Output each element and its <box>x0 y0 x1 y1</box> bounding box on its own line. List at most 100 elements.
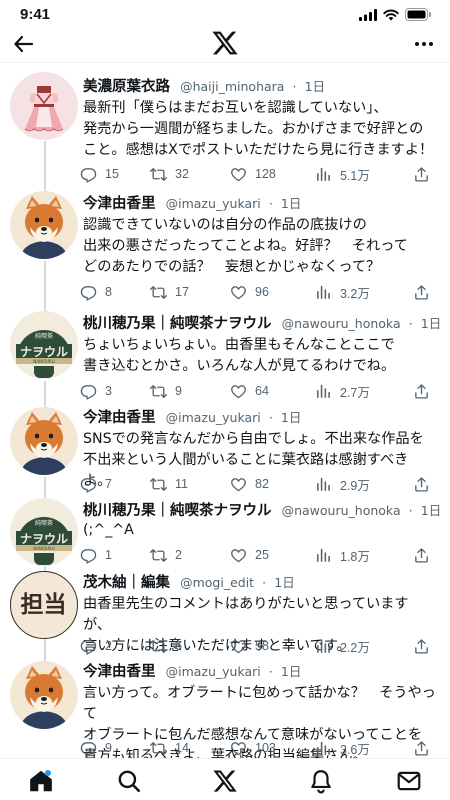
search-icon[interactable] <box>116 768 142 794</box>
reply-button[interactable]: 3 <box>80 383 150 400</box>
reply-button[interactable]: 1 <box>80 547 150 564</box>
retweet-button[interactable]: 32 <box>150 166 230 183</box>
thread-line <box>44 381 46 404</box>
tweet-header: 桃川穂乃果｜純喫茶ナヲウル @nawouru_honoka · 1日 <box>83 499 440 519</box>
timestamp[interactable]: 1日 <box>421 316 440 331</box>
author-name[interactable]: 茂木紬｜編集 <box>83 575 170 591</box>
thread-line <box>44 639 46 658</box>
share-button[interactable] <box>413 476 438 493</box>
views-button[interactable]: 2.9万 <box>315 475 407 494</box>
views-icon <box>315 740 332 757</box>
share-button[interactable] <box>413 638 438 655</box>
notification-dot <box>45 770 51 776</box>
retweet-button[interactable]: 6 <box>150 638 230 655</box>
avatar[interactable]: 担当 <box>10 571 78 639</box>
more-options-icon[interactable] <box>412 32 436 56</box>
avatar-text: 担当 <box>20 591 67 618</box>
author-handle[interactable]: @nawouru_honoka <box>282 503 401 518</box>
like-count: 58 <box>255 639 269 653</box>
author-name[interactable]: 今津由香里 <box>83 410 156 426</box>
like-count: 25 <box>255 548 269 562</box>
avatar[interactable]: 純喫茶 ナヲウル NAWOURU <box>10 311 78 379</box>
like-button[interactable]: 25 <box>230 547 315 564</box>
views-button[interactable]: 3.2万 <box>315 283 407 302</box>
reply-button[interactable]: 15 <box>80 166 150 183</box>
like-button[interactable]: 128 <box>230 166 315 183</box>
reply-button[interactable]: 2 <box>80 638 150 655</box>
back-arrow-icon[interactable] <box>12 32 36 56</box>
timestamp[interactable]: 1日 <box>281 664 301 679</box>
tweet-header: 桃川穂乃果｜純喫茶ナヲウル @nawouru_honoka · 1日 <box>83 312 440 332</box>
reply-button[interactable]: 8 <box>80 284 150 301</box>
retweet-button[interactable]: 14 <box>150 740 230 757</box>
retweet-button[interactable]: 11 <box>150 476 230 493</box>
author-name[interactable]: 今津由香里 <box>83 664 156 680</box>
retweet-count: 17 <box>175 285 189 299</box>
share-button[interactable] <box>413 547 438 564</box>
reply-button[interactable]: 9 <box>80 740 150 757</box>
tweet[interactable]: 純喫茶 ナヲウル NAWOURU 桃川穂乃果｜純喫茶ナヲウル @nawouru_… <box>0 308 450 404</box>
avatar[interactable]: 純喫茶 ナヲウル NAWOURU <box>10 498 78 566</box>
tweet[interactable]: 純喫茶 ナヲウル NAWOURU 桃川穂乃果｜純喫茶ナヲウル @nawouru_… <box>0 495 450 568</box>
views-button[interactable]: 5.1万 <box>315 165 407 184</box>
author-name[interactable]: 今津由香里 <box>83 196 156 212</box>
author-handle[interactable]: @imazu_yukari <box>166 410 261 425</box>
views-button[interactable]: 1.8万 <box>315 546 407 565</box>
like-button[interactable]: 103 <box>230 740 315 757</box>
avatar[interactable] <box>10 661 78 729</box>
svg-text:NAWOURU: NAWOURU <box>33 546 54 551</box>
separator-dot: · <box>408 316 413 331</box>
battery-icon <box>405 8 431 21</box>
messages-icon[interactable] <box>396 768 422 794</box>
tweet[interactable]: 今津由香里 @imazu_yukari · 1日 言い方って。オブラートに包めっ… <box>0 658 450 758</box>
timestamp[interactable]: 1日 <box>421 503 440 518</box>
view-count: 2.9万 <box>340 478 370 493</box>
author-handle[interactable]: @nawouru_honoka <box>282 316 401 331</box>
notifications-icon[interactable] <box>308 768 334 794</box>
author-handle[interactable]: @haiji_minohara <box>180 79 284 94</box>
retweet-button[interactable]: 17 <box>150 284 230 301</box>
tweet[interactable]: 今津由香里 @imazu_yukari · 1日 SNSでの発言なんだから自由で… <box>0 404 450 495</box>
author-handle[interactable]: @imazu_yukari <box>166 664 261 679</box>
svg-text:純喫茶: 純喫茶 <box>35 519 53 527</box>
views-button[interactable]: 2.2万 <box>315 637 407 656</box>
share-button[interactable] <box>413 284 438 301</box>
tweet[interactable]: 美濃原葉衣路 @haiji_minohara · 1日 最新刊「僕らはまだお互い… <box>0 63 450 188</box>
tweet[interactable]: 今津由香里 @imazu_yukari · 1日 認識できていないのは自分の作品… <box>0 188 450 308</box>
timestamp[interactable]: 1日 <box>274 575 294 590</box>
views-icon <box>315 638 332 655</box>
reply-icon <box>80 284 97 301</box>
views-button[interactable]: 2.7万 <box>315 382 407 401</box>
timestamp[interactable]: 1日 <box>305 79 325 94</box>
author-handle[interactable]: @imazu_yukari <box>166 196 261 211</box>
tweet[interactable]: 担当 茂木紬｜編集 @mogi_edit · 1日 由香里先生のコメントはありが… <box>0 568 450 658</box>
timestamp[interactable]: 1日 <box>281 410 301 425</box>
reply-button[interactable]: 7 <box>80 476 150 493</box>
retweet-button[interactable]: 2 <box>150 547 230 564</box>
share-icon <box>413 383 430 400</box>
timestamp[interactable]: 1日 <box>281 196 301 211</box>
avatar[interactable] <box>10 191 78 259</box>
status-icons <box>359 8 432 21</box>
action-bar: 1 2 25 1.8万 <box>80 545 440 565</box>
retweet-count: 6 <box>175 639 182 653</box>
retweet-icon <box>150 383 167 400</box>
share-button[interactable] <box>413 740 438 757</box>
like-button[interactable]: 82 <box>230 476 315 493</box>
author-name[interactable]: 桃川穂乃果｜純喫茶ナヲウル <box>83 316 272 332</box>
like-button[interactable]: 58 <box>230 638 315 655</box>
avatar[interactable] <box>10 72 78 140</box>
author-name[interactable]: 桃川穂乃果｜純喫茶ナヲウル <box>83 503 272 519</box>
avatar[interactable] <box>10 407 78 475</box>
views-icon <box>315 547 332 564</box>
share-button[interactable] <box>413 166 438 183</box>
author-handle[interactable]: @mogi_edit <box>180 575 254 590</box>
author-name[interactable]: 美濃原葉衣路 <box>83 79 170 95</box>
views-button[interactable]: 3.6万 <box>315 739 407 758</box>
retweet-button[interactable]: 9 <box>150 383 230 400</box>
share-button[interactable] <box>413 383 438 400</box>
x-logo-icon[interactable] <box>212 768 238 794</box>
x-logo-icon[interactable] <box>211 29 239 57</box>
like-button[interactable]: 64 <box>230 383 315 400</box>
like-button[interactable]: 96 <box>230 284 315 301</box>
